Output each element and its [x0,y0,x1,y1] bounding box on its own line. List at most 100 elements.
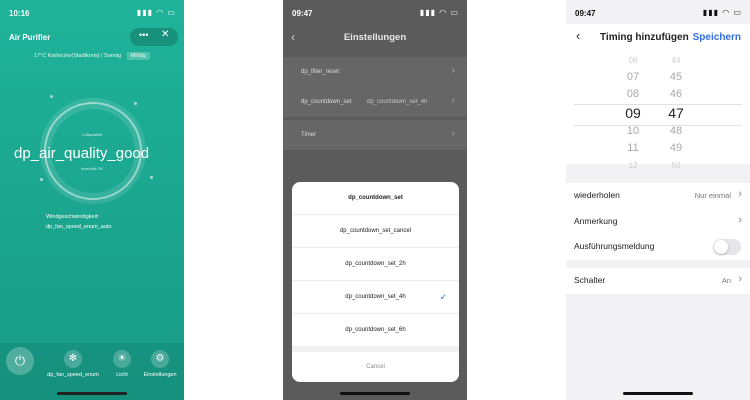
tool-label: Einstellungen [143,372,177,378]
minute-option: 49 [669,142,683,154]
power-button[interactable]: ⏻ [6,347,34,375]
notification-row: Ausführungsmeldung [566,234,750,260]
minute-option: 50 [671,161,681,170]
fan-speed-label: Windgeschwindigkeit: [46,214,99,220]
back-chevron-icon[interactable]: ‹ [576,28,580,43]
status-icons: ▮▮▮ ◠ ▭ [702,8,742,17]
sheet-header: dp_countdown_set [292,182,459,215]
settings-button[interactable]: ⚙ Einstellungen [138,350,182,378]
sheet-option[interactable]: dp_countdown_set_2h [292,248,459,281]
picker-selection-band [574,104,742,126]
checkmark-icon: ✓ [439,292,447,302]
cancel-button[interactable]: Cancel [292,353,459,382]
chevron-right-icon: › [451,95,455,106]
status-time: 09:47 [292,9,313,18]
row-label: Timer [301,132,317,138]
sheet-option[interactable]: dp_countdown_set_cancel [292,215,459,248]
tool-label: Licht [116,372,128,378]
sheet-option[interactable]: dp_countdown_set_4h ✓ [292,281,459,314]
status-icons: ▮▮▮ ◠ ▭ [136,8,176,17]
settings-row-filter-reset[interactable]: dp_filter_reset › [283,57,467,87]
minute-wheel[interactable]: 44 45 46 47 48 49 50 [661,52,691,174]
hour-option: 06 [628,56,638,65]
hour-option: 10 [626,125,640,137]
air-quality-value: dp_air_quality_good [14,145,150,162]
settings-screen: 09:47 ▮▮▮ ◠ ▭ ‹ Einstellungen dp_filter_… [283,0,467,400]
settings-row-countdown[interactable]: dp_countdown_set dp_countdown_set_4h › [283,87,467,117]
row-value: Nur einmal [694,191,731,200]
hour-option: 07 [626,71,640,83]
minute-option: 45 [669,71,683,83]
weather-text: 17°C Karlsruhe(Stadtkreis) / Sonnig [34,53,122,59]
option-label: dp_countdown_set_cancel [339,228,412,234]
hour-wheel[interactable]: 06 07 08 09 10 11 12 [618,52,648,174]
more-dots-icon[interactable]: ••• [139,30,148,40]
row-label: dp_countdown_set [301,99,352,105]
fan-speed-button[interactable]: ✻ dp_fan_speed_enum [42,350,104,378]
chevron-right-icon: › [738,273,742,285]
fan-icon: ✻ [64,350,82,368]
home-indicator [623,392,693,395]
hour-option: 11 [627,142,639,154]
decor-dot [134,102,137,105]
countdown-action-sheet: dp_countdown_set dp_countdown_set_cancel… [292,182,459,382]
toggle-knob [714,240,728,254]
ring-top-label: Luftqualität [82,132,102,137]
weather-info: 17°C Karlsruhe(Stadtkreis) / Sonnig MMdg [0,52,184,60]
weather-badge: MMdg [126,52,150,60]
status-time: 09:47 [575,9,596,18]
chevron-right-icon: › [738,188,742,200]
minute-option: 46 [669,88,683,100]
home-indicator [57,392,127,395]
light-bulb-icon: ☀ [113,350,131,368]
power-icon: ⏻ [14,353,26,368]
sheet-separator [292,347,459,352]
status-bar: 09:47 ▮▮▮ ◠ ▭ [283,8,467,20]
ring-bottom-label: Innenluft OK [80,166,104,171]
light-button[interactable]: ☀ Licht [108,350,136,378]
status-time: 10:16 [9,9,30,18]
switch-row[interactable]: Schalter An › [566,268,750,294]
sheet-option[interactable]: dp_countdown_set_6h [292,314,459,347]
option-label: dp_countdown_set_4h [345,294,406,300]
tool-label: dp_fan_speed_enum [47,372,99,378]
status-icons: ▮▮▮ ◠ ▭ [419,8,459,17]
page-title: Timing hinzufügen [600,32,689,43]
air-purifier-screen: 10:16 ▮▮▮ ◠ ▭ Air Purifier ••• ✕ 17°C Ka… [0,0,184,400]
minute-selected: 47 [668,105,684,121]
row-value: dp_countdown_set_4h [367,99,428,105]
page-title: Air Purifier [9,33,51,42]
decor-dot [40,178,43,181]
fan-speed-info: Windgeschwindigkeit: dp_fan_speed_enum_a… [46,212,111,232]
add-timing-screen: 09:47 ▮▮▮ ◠ ▭ ‹ Timing hinzufügen Speich… [566,0,750,400]
notification-toggle[interactable] [713,239,741,255]
save-button[interactable]: Speichern [693,32,741,43]
row-label: Ausführungsmeldung [574,241,655,251]
hour-option: 08 [626,88,640,100]
nav-bar: ‹ Timing hinzufügen Speichern [566,24,750,52]
time-picker[interactable]: 06 07 08 09 10 11 12 44 45 46 47 48 49 5… [566,52,750,170]
repeat-row[interactable]: wiederholen Nur einmal › [566,183,750,209]
minute-option: 48 [669,125,683,137]
minute-option: 44 [671,56,681,65]
status-bar: 09:47 ▮▮▮ ◠ ▭ [566,8,750,20]
hour-option: 12 [628,161,638,170]
note-row[interactable]: Anmerkung › [566,209,750,235]
hour-selected: 09 [625,105,641,121]
chevron-right-icon: › [451,128,455,139]
status-bar: 10:16 ▮▮▮ ◠ ▭ [0,8,184,20]
option-label: dp_countdown_set_6h [345,327,406,333]
page-title: Einstellungen [343,32,407,43]
option-label: dp_countdown_set_2h [345,261,406,267]
home-indicator [340,392,410,395]
chevron-right-icon: › [451,65,455,76]
decor-dot [150,176,153,179]
settings-gear-icon: ⚙ [151,350,169,368]
chevron-right-icon: › [738,214,742,226]
close-icon[interactable]: ✕ [161,29,169,40]
decor-dot [50,95,53,98]
fan-speed-value: dp_fan_speed_enum_auto [46,224,112,230]
row-label: Anmerkung [574,216,618,226]
settings-row-timer[interactable]: Timer › [283,120,467,150]
row-label: Schalter [574,275,606,285]
